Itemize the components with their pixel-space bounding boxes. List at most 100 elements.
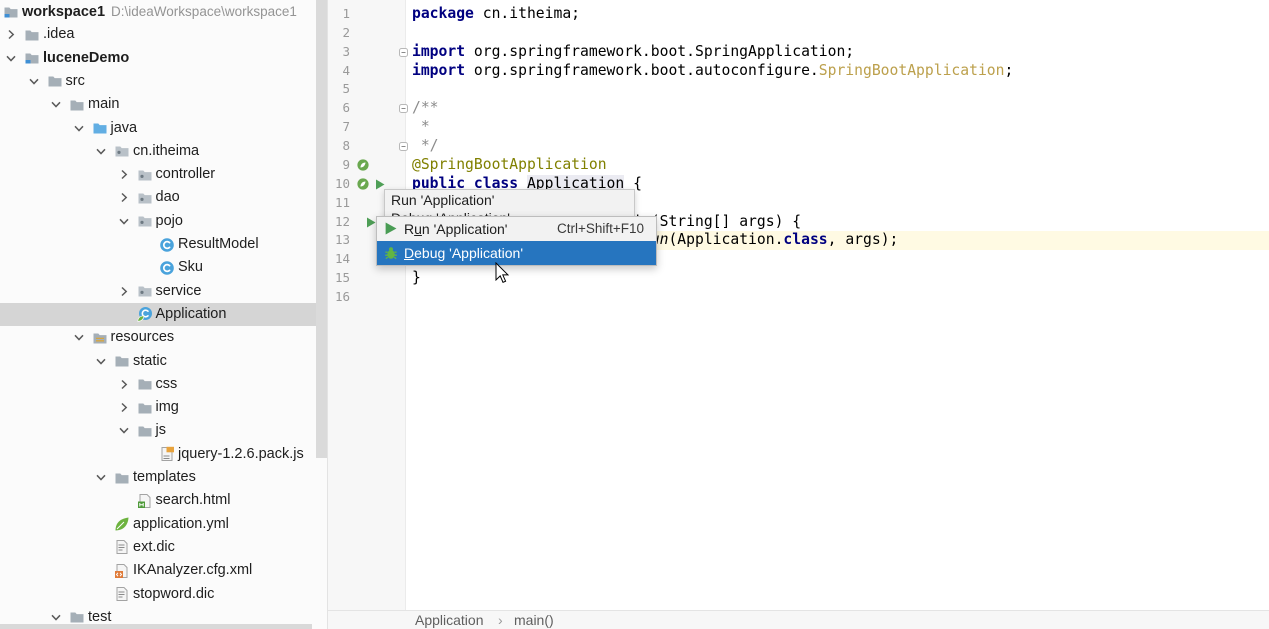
tree-item-static[interactable]: static xyxy=(0,350,327,373)
tree-item-img[interactable]: img xyxy=(0,396,327,419)
chevron-down-icon[interactable] xyxy=(118,216,129,227)
tree-item-ext-dic[interactable]: ext.dic xyxy=(0,536,327,559)
code-token: @SpringBootApplication xyxy=(412,155,607,173)
tree-item-label: luceneDemo xyxy=(43,49,130,66)
chevron-right-icon[interactable] xyxy=(119,379,129,390)
tree-item-src[interactable]: src xyxy=(0,70,327,93)
code-line[interactable]: import org.springframework.boot.SpringAp… xyxy=(406,43,1269,62)
tree-item-resultmodel[interactable]: ResultModel xyxy=(0,233,327,256)
tree-item-service[interactable]: service xyxy=(0,280,327,303)
tree-item-ikanalyzer-cfg-xml[interactable]: IKAnalyzer.cfg.xml xyxy=(0,559,327,582)
tree-item-jquery-1-2-6-pack-js[interactable]: jquery-1.2.6.pack.js xyxy=(0,443,327,466)
code-token: import xyxy=(412,61,466,79)
tree-item-java[interactable]: java xyxy=(0,117,327,140)
tree-item-label: search.html xyxy=(155,492,231,509)
tree-item-resources[interactable]: resources xyxy=(0,326,327,349)
submenu-item-run[interactable]: Run 'Application' Ctrl+Shift+F10 xyxy=(377,217,656,241)
tree-item-lucenedemo[interactable]: luceneDemo xyxy=(0,47,327,70)
chevron-down-icon[interactable] xyxy=(51,612,61,623)
tree-item-main[interactable]: main xyxy=(0,93,327,116)
code-line[interactable]: package cn.itheima; xyxy=(406,5,1269,24)
line-number: 9 xyxy=(342,156,350,172)
tree-vertical-scrollbar[interactable] xyxy=(316,0,327,458)
chevron-right-icon[interactable] xyxy=(6,29,16,40)
class-icon xyxy=(159,260,175,276)
tree-item-label: cn.itheima xyxy=(133,142,200,159)
chevron-down-icon[interactable] xyxy=(51,99,61,110)
tree-item-idea[interactable]: .idea xyxy=(0,23,327,46)
code-line[interactable] xyxy=(406,80,1269,99)
package-icon xyxy=(137,213,153,229)
chevron-right-icon[interactable] xyxy=(119,192,129,203)
tree-item-text: cn.itheima xyxy=(133,140,199,163)
code-line[interactable] xyxy=(406,24,1269,43)
tree-item-text: IKAnalyzer.cfg.xml xyxy=(133,559,252,582)
tree-item-text: resources xyxy=(111,326,175,349)
tree-item-sku[interactable]: Sku xyxy=(0,256,327,279)
chevron-down-icon[interactable] xyxy=(118,425,129,436)
tree-item-label: ext.dic xyxy=(133,538,175,555)
chevron-down-icon[interactable] xyxy=(6,53,16,64)
tree-item-label: src xyxy=(65,72,85,89)
tree-item-text: jquery-1.2.6.pack.js xyxy=(178,443,304,466)
chevron-down-icon[interactable] xyxy=(73,332,84,343)
chevron-down-icon[interactable] xyxy=(28,76,39,87)
chevron-down-icon[interactable] xyxy=(96,356,106,367)
tree-item-text: .idea xyxy=(43,23,74,46)
tree-item-label: dao xyxy=(155,189,180,206)
submenu-item-debug[interactable]: Debug 'Application' xyxy=(377,241,656,265)
popup-item-run[interactable]: Run 'Application' xyxy=(391,190,494,210)
tree-item-pojo[interactable]: pojo xyxy=(0,210,327,233)
tree-horizontal-scrollbar[interactable] xyxy=(0,624,312,629)
tree-item-label: test xyxy=(88,608,112,625)
tree-item-text: ext.dic xyxy=(133,536,175,559)
chevron-right-icon[interactable] xyxy=(119,169,129,180)
code-line[interactable]: * xyxy=(406,118,1269,137)
package-icon xyxy=(137,190,153,206)
folder-icon xyxy=(69,609,85,625)
breadcrumb-item-method[interactable]: main() xyxy=(514,611,554,629)
tree-item-label: main xyxy=(88,96,120,113)
project-tree-panel: workspace1 D:\ideaWorkspace\workspace1 .id… xyxy=(0,0,328,629)
tree-item-controller[interactable]: controller xyxy=(0,163,327,186)
tree-item-text: workspace1 D:\ideaWorkspace\workspace1 xyxy=(22,0,297,23)
spring-bean-icon[interactable] xyxy=(357,159,369,172)
spring-bean-icon[interactable] xyxy=(357,178,369,190)
line-number: 11 xyxy=(334,194,350,210)
tree-item-workspace1[interactable]: workspace1 D:\ideaWorkspace\workspace1 xyxy=(0,0,327,23)
chevron-right-icon[interactable] xyxy=(119,402,129,413)
tree-item-js[interactable]: js xyxy=(0,419,327,442)
run-gutter-icon[interactable] xyxy=(366,217,376,228)
line-number: 1 xyxy=(342,6,350,21)
tree-item-text: main xyxy=(88,93,119,116)
tree-item-css[interactable]: css xyxy=(0,373,327,396)
chevron-down-icon[interactable] xyxy=(96,146,106,157)
tree-item-stopword-dic[interactable]: stopword.dic xyxy=(0,583,327,606)
folder-icon xyxy=(24,27,40,43)
tree-item-label: application.yml xyxy=(133,515,229,532)
chevron-down-icon[interactable] xyxy=(96,472,106,483)
code-line[interactable]: */ xyxy=(406,137,1269,156)
line-number: 8 xyxy=(342,138,350,154)
code-token: * xyxy=(412,118,430,136)
tree-item-text: luceneDemo xyxy=(43,47,129,70)
tree-item-templates[interactable]: templates xyxy=(0,466,327,489)
breadcrumb-item-class[interactable]: Application xyxy=(415,611,484,629)
code-line[interactable]: import org.springframework.boot.autoconf… xyxy=(406,62,1269,81)
code-line[interactable]: /** xyxy=(406,99,1269,118)
tree-item-cn-itheima[interactable]: cn.itheima xyxy=(0,140,327,163)
chevron-down-icon[interactable] xyxy=(73,123,84,134)
tree-item-search-html[interactable]: search.html xyxy=(0,489,327,512)
js-file-icon xyxy=(159,446,175,462)
tree-item-application-yml[interactable]: application.yml xyxy=(0,513,327,536)
module-folder-icon xyxy=(3,4,19,20)
code-line[interactable] xyxy=(406,288,1269,307)
xml-file-icon xyxy=(114,563,130,579)
code-line[interactable]: } xyxy=(406,269,1269,288)
mnemonic-letter: u xyxy=(414,221,422,237)
code-editor[interactable]: package cn.itheima; import org.springfram… xyxy=(406,0,1269,610)
chevron-right-icon[interactable] xyxy=(119,286,129,297)
code-line[interactable]: @SpringBootApplication xyxy=(406,156,1269,175)
tree-item-application[interactable]: Application xyxy=(0,302,327,327)
tree-item-dao[interactable]: dao xyxy=(0,186,327,209)
